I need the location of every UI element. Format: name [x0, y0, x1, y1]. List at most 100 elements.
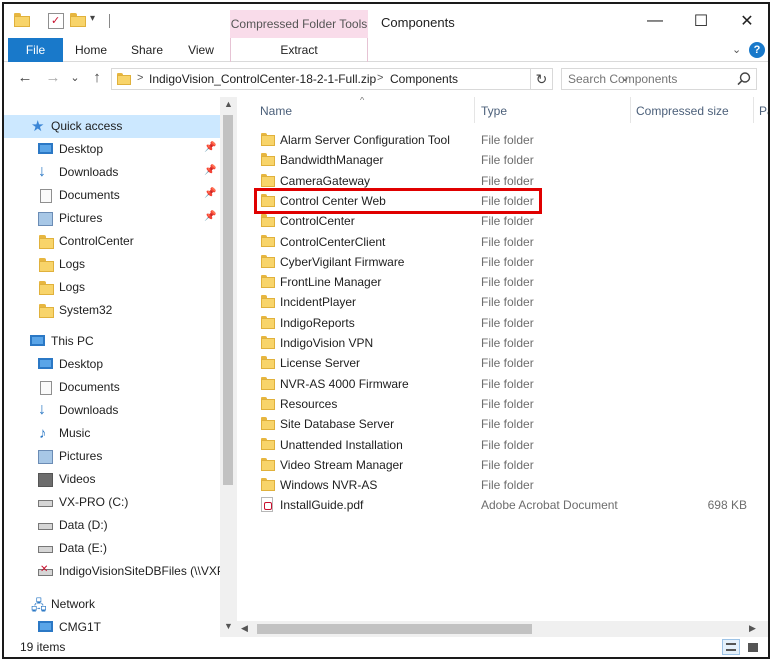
nav-item-pc-desktop[interactable]: Desktop — [4, 353, 220, 376]
file-row[interactable]: Site Database Server File folder — [257, 414, 737, 434]
column-divider[interactable] — [474, 97, 475, 123]
tab-share[interactable]: Share — [122, 38, 172, 62]
search-input[interactable] — [568, 71, 728, 87]
nav-item-logs[interactable]: Logs — [4, 276, 220, 299]
nav-item-pc-music[interactable]: ♪ Music — [4, 422, 220, 445]
nav-item-pc-videos[interactable]: Videos — [4, 468, 220, 491]
column-divider[interactable] — [630, 97, 631, 123]
column-divider[interactable] — [753, 97, 754, 123]
nav-item-documents[interactable]: Documents 📌 — [4, 184, 220, 207]
nav-item-network-drive[interactable]: ✕ IndigoVisionSiteDBFiles (\\VXPR — [4, 560, 234, 583]
column-name[interactable]: Name — [260, 104, 292, 118]
pin-icon[interactable]: 📌 — [204, 211, 216, 222]
maximize-button[interactable]: ☐ — [678, 4, 724, 37]
breadcrumb-zip[interactable]: IndigoVision_ControlCenter-18-2-1-Full.z… — [149, 72, 376, 86]
qat-dropdown-icon[interactable]: ▾ — [90, 13, 106, 29]
nav-item-controlcenter[interactable]: ControlCenter — [4, 230, 220, 253]
refresh-button[interactable]: ↻ — [531, 68, 553, 90]
breadcrumb-components[interactable]: Components — [390, 72, 458, 86]
file-name: BandwidthManager — [280, 153, 384, 168]
tab-home[interactable]: Home — [66, 38, 116, 62]
drive-icon — [38, 546, 53, 553]
file-row[interactable]: ControlCenter File folder — [257, 211, 737, 231]
minimize-button[interactable]: — — [632, 4, 678, 37]
file-type: File folder — [481, 234, 534, 249]
scroll-right-icon[interactable]: ▶ — [749, 623, 756, 634]
file-row[interactable]: InstallGuide.pdf Adobe Acrobat Document 69… — [257, 495, 747, 515]
search-box[interactable] — [561, 68, 757, 90]
recent-locations-button[interactable]: ⌄ — [66, 69, 84, 87]
nav-item-drive-d[interactable]: Data (D:) — [4, 514, 220, 537]
pin-icon[interactable]: 📌 — [204, 188, 216, 199]
music-icon: ♪ — [39, 425, 47, 442]
file-row[interactable]: IndigoReports File folder — [257, 313, 737, 333]
nav-item-cmg1t[interactable]: CMG1T — [4, 616, 220, 639]
nav-this-pc[interactable]: This PC — [4, 330, 220, 353]
search-icon[interactable] — [736, 71, 752, 87]
details-view-button[interactable] — [722, 639, 740, 655]
help-icon[interactable]: ? — [749, 42, 765, 58]
nav-scrollbar[interactable]: ▲ ▼ — [220, 97, 236, 637]
nav-label: Data (E:) — [59, 541, 108, 555]
file-row[interactable]: License Server File folder — [257, 353, 737, 373]
nav-quick-access[interactable]: ★ Quick access — [4, 115, 220, 138]
scroll-down-icon[interactable]: ▼ — [224, 621, 233, 631]
pin-icon[interactable]: 📌 — [204, 165, 216, 176]
file-row[interactable]: CameraGateway File folder — [257, 171, 737, 191]
ribbon-expand-icon[interactable]: ⌄ — [732, 43, 741, 56]
column-type[interactable]: Type — [481, 104, 507, 118]
column-password[interactable]: Pa — [759, 104, 768, 118]
up-button[interactable]: ↑ — [88, 69, 106, 87]
nav-item-pc-pictures[interactable]: Pictures — [4, 445, 220, 468]
nav-item-pc-documents[interactable]: Documents — [4, 376, 220, 399]
horizontal-scrollbar[interactable]: ◀ ▶ — [237, 621, 768, 637]
nav-item-pictures[interactable]: Pictures 📌 — [4, 207, 220, 230]
large-icons-view-button[interactable] — [744, 639, 762, 655]
tab-file[interactable]: File — [8, 38, 63, 62]
folder-icon — [39, 258, 54, 272]
file-row[interactable]: Unattended Installation File folder — [257, 435, 737, 455]
nav-network[interactable]: 🖧 Network — [4, 593, 220, 616]
nav-scroll-thumb[interactable] — [223, 115, 233, 485]
address-bar[interactable]: > IndigoVision_ControlCenter-18-2-1-Full… — [111, 68, 630, 90]
nav-item-drive-c[interactable]: VX-PRO (C:) — [4, 491, 220, 514]
new-folder-icon[interactable] — [70, 13, 86, 27]
back-button[interactable]: ← — [16, 69, 34, 87]
nav-item-system32[interactable]: System32 — [4, 299, 220, 322]
folder-icon — [261, 254, 275, 268]
tab-view[interactable]: View — [176, 38, 226, 62]
file-row[interactable]: FrontLine Manager File folder — [257, 272, 737, 292]
downloads-icon: ↓ — [38, 401, 46, 418]
properties-icon[interactable]: ✓ — [48, 13, 64, 29]
h-scroll-thumb[interactable] — [257, 624, 532, 634]
file-row[interactable]: Alarm Server Configuration Tool File fold… — [257, 130, 737, 150]
file-name: Control Center Web — [280, 193, 386, 208]
file-name: IndigoReports — [280, 315, 355, 330]
pin-icon[interactable]: 📌 — [204, 142, 216, 153]
nav-item-downloads[interactable]: ↓ Downloads 📌 — [4, 161, 220, 184]
nav-item-desktop[interactable]: Desktop 📌 — [4, 138, 220, 161]
file-row[interactable]: BandwidthManager File folder — [257, 150, 737, 170]
file-row[interactable]: IndigoVision VPN File folder — [257, 333, 737, 353]
nav-item-logs[interactable]: Logs — [4, 253, 220, 276]
nav-item-drive-e[interactable]: Data (E:) — [4, 537, 220, 560]
file-row[interactable]: NVR-AS 4000 Firmware File folder — [257, 374, 737, 394]
nav-item-pc-downloads[interactable]: ↓ Downloads — [4, 399, 220, 422]
file-row[interactable]: CyberVigilant Firmware File folder — [257, 252, 737, 272]
downloads-icon: ↓ — [38, 163, 46, 180]
file-row[interactable]: Windows NVR-AS File folder — [257, 475, 737, 495]
nav-label: This PC — [51, 334, 94, 348]
file-row[interactable]: IncidentPlayer File folder — [257, 292, 737, 312]
scroll-up-icon[interactable]: ▲ — [224, 99, 233, 109]
tab-extract[interactable]: Extract — [230, 38, 368, 62]
close-button[interactable]: ✕ — [724, 4, 768, 37]
file-row[interactable]: Control Center Web File folder — [254, 187, 542, 214]
scroll-left-icon[interactable]: ◀ — [241, 623, 248, 634]
forward-button[interactable]: → — [44, 69, 62, 87]
column-compressed-size[interactable]: Compressed size — [636, 104, 729, 118]
computer-icon — [30, 335, 45, 346]
file-row[interactable]: ControlCenterClient File folder — [257, 232, 737, 252]
file-row[interactable]: Video Stream Manager File folder — [257, 455, 737, 475]
file-row[interactable]: Resources File folder — [257, 394, 737, 414]
file-type: File folder — [481, 275, 534, 290]
